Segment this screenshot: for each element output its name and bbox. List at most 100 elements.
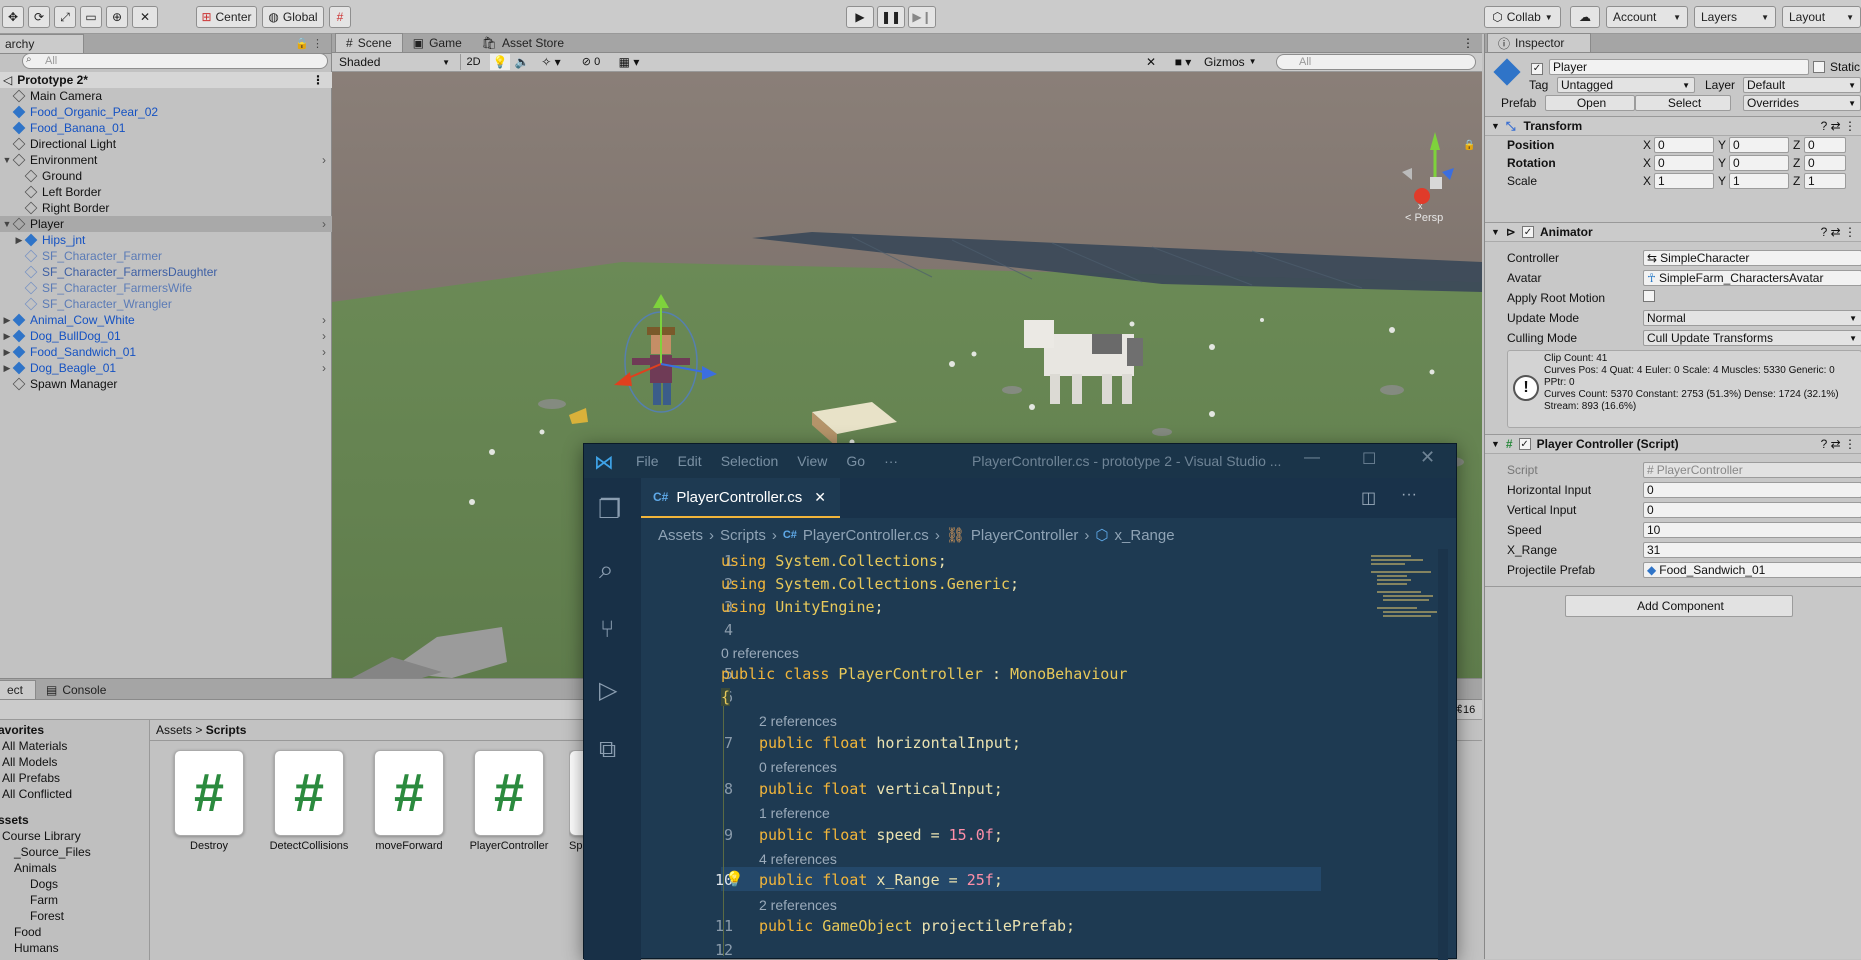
hierarchy-item[interactable]: ▼ Environment › <box>0 152 332 168</box>
axis-x-label[interactable]: X <box>1643 174 1651 188</box>
transform-y-field[interactable]: 0 <box>1729 155 1789 171</box>
favorite-item[interactable]: All Materials <box>2 738 67 754</box>
transform-x-field[interactable]: 1 <box>1654 173 1714 189</box>
transform-x-field[interactable]: 0 <box>1654 137 1714 153</box>
scale-tool-icon[interactable]: ⤢ <box>54 6 76 28</box>
component-menu-icons[interactable]: ? ⇄ ⋮ <box>1821 225 1856 239</box>
code-editor[interactable]: 1 2 3 4 5 6 7 8 9 10 11 12 using System.… <box>641 549 1456 960</box>
tools-icon[interactable]: ✕ <box>1140 54 1162 70</box>
hierarchy-item[interactable]: Spawn Manager <box>0 376 332 392</box>
hand-tool-icon[interactable]: ✥ <box>2 6 24 28</box>
layout-dropdown[interactable]: Layout ▼ <box>1782 6 1861 28</box>
search-icon[interactable]: ⌕ <box>599 554 614 586</box>
scene-menu-icon[interactable]: ⋮ <box>312 73 324 87</box>
mode-2d-button[interactable]: 2D <box>460 54 486 70</box>
grid-toggle-icon[interactable]: ▦ ▾ <box>612 54 646 70</box>
prefab-open-button[interactable]: Open <box>1545 95 1635 111</box>
asset-script[interactable]: # Destroy <box>169 750 249 852</box>
hierarchy-item[interactable]: Ground <box>0 168 332 184</box>
tab-inspector[interactable]: ⓘ Inspector <box>1487 33 1591 52</box>
tab-hierarchy[interactable]: archy <box>0 34 84 53</box>
breadcrumb-item[interactable]: Scripts <box>720 527 766 544</box>
axis-x-label[interactable]: X <box>1643 138 1651 152</box>
asset-script[interactable]: # DetectCollisions <box>269 750 349 852</box>
minimize-icon[interactable]: — <box>1304 449 1320 467</box>
gizmos-dropdown[interactable]: Gizmos ▼ <box>1204 54 1270 70</box>
layers-dropdown[interactable]: Layers ▼ <box>1694 6 1776 28</box>
breadcrumb-item[interactable]: Assets <box>658 527 703 544</box>
asset-script[interactable]: # moveForward <box>369 750 449 852</box>
breadcrumb-item[interactable]: x_Range <box>1115 527 1175 544</box>
lock-icon[interactable]: 🔒 <box>1463 140 1475 151</box>
chevron-right-icon[interactable]: › <box>322 313 326 327</box>
hierarchy-item[interactable]: ▶ Food_Sandwich_01 › <box>0 344 332 360</box>
editor-tab[interactable]: C# PlayerController.cs ✕ <box>641 478 840 518</box>
folder-item[interactable]: _Source_Files <box>14 844 91 860</box>
axis-z-label[interactable]: Z <box>1793 138 1800 152</box>
overrides-dropdown[interactable]: Overrides ▼ <box>1743 95 1861 111</box>
enabled-checkbox[interactable]: ✓ <box>1518 438 1531 450</box>
breadcrumb-item[interactable]: Scripts <box>206 723 247 737</box>
tab-project[interactable]: ect <box>0 680 36 699</box>
transform-z-field[interactable]: 1 <box>1804 173 1846 189</box>
breadcrumb-item[interactable]: PlayerController.cs <box>803 527 929 544</box>
run-debug-icon[interactable]: ▷ <box>599 676 617 705</box>
prefab-select-button[interactable]: Select <box>1635 95 1731 111</box>
hierarchy-item[interactable]: ▶ Animal_Cow_White › <box>0 312 332 328</box>
hierarchy-item[interactable]: SF_Character_Farmer <box>0 248 332 264</box>
hierarchy-item[interactable]: Main Camera <box>0 88 332 104</box>
step-button[interactable]: ▶❙ <box>908 6 936 28</box>
pivot-global-button[interactable]: ◍ Global <box>262 6 324 28</box>
transform-y-field[interactable]: 1 <box>1729 173 1789 189</box>
hierarchy-search-input[interactable]: All <box>22 53 328 69</box>
chevron-right-icon[interactable]: › <box>322 153 326 167</box>
codelens-references[interactable]: 2 references <box>759 713 837 729</box>
hierarchy-item[interactable]: ▶ Hips_jnt <box>0 232 332 248</box>
split-editor-icon[interactable]: ◫ <box>1361 488 1376 508</box>
pause-button[interactable]: ❚❚ <box>877 6 905 28</box>
hierarchy-item[interactable]: Food_Banana_01 <box>0 120 332 136</box>
close-icon[interactable]: ✕ <box>1420 447 1435 468</box>
folder-item[interactable]: Dogs <box>30 876 58 892</box>
controller-field[interactable]: ⇆ SimpleCharacter <box>1643 250 1861 266</box>
menu-file[interactable]: File <box>636 453 659 469</box>
codelens-references[interactable]: 0 references <box>759 759 837 775</box>
transform-z-field[interactable]: 0 <box>1804 155 1846 171</box>
foldout-arrow-icon[interactable]: ▶ <box>1 315 13 326</box>
explorer-icon[interactable]: ❐ <box>598 494 621 525</box>
codelens-references[interactable]: 4 references <box>759 851 837 867</box>
hierarchy-item[interactable]: ▶ Dog_BullDog_01 › <box>0 328 332 344</box>
foldout-arrow-icon[interactable]: ▶ <box>1 331 13 342</box>
codelens-references[interactable]: 2 references <box>759 897 837 913</box>
folder-item[interactable]: Farm <box>30 892 58 908</box>
hierarchy-item[interactable]: Food_Organic_Pear_02 <box>0 104 332 120</box>
foldout-arrow-icon[interactable]: ▼ <box>1 219 13 229</box>
chevron-right-icon[interactable]: › <box>322 217 326 231</box>
hierarchy-item[interactable]: SF_Character_Wrangler <box>0 296 332 312</box>
rotate-tool-icon[interactable]: ⟳ <box>28 6 50 28</box>
animator-header[interactable]: ▼ ⊳ ✓ Animator ? ⇄ ⋮ <box>1485 222 1861 242</box>
favorite-item[interactable]: All Prefabs <box>2 770 60 786</box>
projectile-field[interactable]: ◆ Food_Sandwich_01 <box>1643 562 1861 578</box>
tag-dropdown[interactable]: Untagged ▼ <box>1557 77 1695 93</box>
tab-game[interactable]: ▣ Game <box>403 33 472 52</box>
axis-x-label[interactable]: X <box>1643 156 1651 170</box>
hierarchy-item[interactable]: SF_Character_FarmersWife <box>0 280 332 296</box>
foldout-arrow-icon[interactable]: ▶ <box>1 347 13 358</box>
hierarchy-item[interactable]: ▼ Player › <box>0 216 332 232</box>
axis-y-label[interactable]: Y <box>1718 174 1726 188</box>
transform-header[interactable]: ▼ ⤡ Transform ? ⇄ ⋮ <box>1485 116 1861 136</box>
favorite-item[interactable]: All Conflicted <box>2 786 72 802</box>
play-button[interactable]: ▶ <box>846 6 874 28</box>
hierarchy-item[interactable]: SF_Character_FarmersDaughter <box>0 264 332 280</box>
close-tab-icon[interactable]: ✕ <box>814 489 826 506</box>
favorite-item[interactable]: All Models <box>2 754 57 770</box>
axis-z-label[interactable]: Z <box>1793 156 1800 170</box>
folder-item[interactable]: Forest <box>30 908 64 924</box>
shading-dropdown[interactable]: Shaded ▼ <box>336 54 456 70</box>
avatar-field[interactable]: ☥ SimpleFarm_CharactersAvatar <box>1643 270 1861 286</box>
codelens-references[interactable]: 0 references <box>721 645 799 661</box>
chevron-right-icon[interactable]: › <box>322 361 326 375</box>
lightbulb-icon[interactable]: 💡 <box>725 870 744 888</box>
scrollbar[interactable] <box>1438 549 1448 960</box>
